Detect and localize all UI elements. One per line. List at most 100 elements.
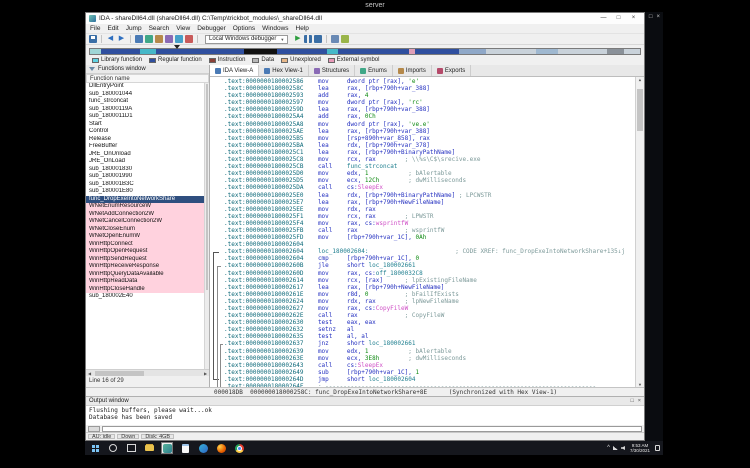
function-row[interactable]: WinHttpCloseHandle xyxy=(86,286,204,294)
function-name-column-header[interactable]: Function name xyxy=(86,74,209,83)
menu-help[interactable]: Help xyxy=(296,25,309,32)
menu-search[interactable]: Search xyxy=(149,25,170,32)
disasm-line[interactable]: .text:00000001800025FB call rax ; wsprin… xyxy=(224,227,634,234)
function-row[interactable]: JRE_OnUnload xyxy=(86,151,204,159)
network-icon[interactable] xyxy=(613,446,618,450)
close-icon[interactable]: × xyxy=(656,14,660,20)
pause-process-icon[interactable] xyxy=(304,35,312,43)
function-row[interactable]: WNetCloseEnum xyxy=(86,226,204,234)
notifications-icon[interactable] xyxy=(655,445,660,451)
disasm-line[interactable]: .text:0000000180002617 lea rax, [rbp+790… xyxy=(224,284,634,291)
disasm-line[interactable]: .text:00000001800025FD mov [rbp+790h+var… xyxy=(224,234,634,241)
enums-icon[interactable] xyxy=(175,35,183,43)
scroll-left-icon[interactable]: ◀ xyxy=(86,371,93,376)
close-button[interactable]: × xyxy=(626,13,641,24)
function-row[interactable]: WinHttpOpenRequest xyxy=(86,248,204,256)
function-row[interactable]: sub_180001830 xyxy=(86,166,204,174)
disasm-line[interactable]: .text:00000001800025F4 mov rax, cs:wspri… xyxy=(224,220,634,227)
function-row[interactable]: WNetCancelConnection2W xyxy=(86,218,204,226)
tab-structures[interactable]: Structures xyxy=(309,65,355,76)
scroll-thumb[interactable] xyxy=(95,371,144,376)
functions-panel-titlebar[interactable]: Functions window xyxy=(86,65,209,74)
strings-window-icon[interactable] xyxy=(145,35,153,43)
disasm-line[interactable]: .text:00000001800025B5 mov [rsp+890h+var… xyxy=(224,135,634,142)
task-view-button[interactable] xyxy=(125,442,137,454)
function-row[interactable]: DllEntryPoint xyxy=(86,83,204,91)
disasm-line[interactable]: .text:000000018000264F ; ---------------… xyxy=(224,383,634,387)
functions-vscrollbar[interactable] xyxy=(204,83,209,369)
start-button[interactable] xyxy=(89,442,101,454)
forward-icon[interactable]: ▶ xyxy=(117,35,126,43)
output-restore-icon[interactable]: □ xyxy=(630,398,633,404)
disasm-line[interactable]: .text:0000000180002604 loc_180002604: ; … xyxy=(224,248,634,255)
maximize-button[interactable]: □ xyxy=(611,13,626,24)
stop-process-icon[interactable] xyxy=(314,35,322,43)
edge-icon[interactable] xyxy=(197,442,209,454)
disasm-vscrollbar[interactable]: ▲ ▼ xyxy=(635,77,644,387)
volume-icon[interactable] xyxy=(621,446,625,450)
disasm-line[interactable]: .text:000000018000260B jle short loc_180… xyxy=(224,262,634,269)
disasm-line[interactable]: .text:000000018000258C lea rax, [rbp+790… xyxy=(224,85,634,92)
function-row[interactable]: sub_180001044 xyxy=(86,91,204,99)
function-row[interactable]: sub_180002E40 xyxy=(86,293,204,301)
attach-icon[interactable] xyxy=(331,35,339,43)
save-icon[interactable] xyxy=(89,35,97,43)
function-row[interactable]: WinHttpQueryDataAvailable xyxy=(86,271,204,279)
disasm-line[interactable]: .text:0000000180002639 mov edx, 1 ; bAle… xyxy=(224,348,634,355)
disasm-line[interactable]: .text:000000018000264D jmp short loc_180… xyxy=(224,376,634,383)
function-row[interactable]: sub_180001E80 xyxy=(86,188,204,196)
menu-view[interactable]: View xyxy=(176,25,190,32)
disassembly-view[interactable]: .text:0000000180002586 mov dword ptr [ra… xyxy=(210,77,644,387)
function-row[interactable]: WNetEnumResourceW xyxy=(86,203,204,211)
menu-windows[interactable]: Windows xyxy=(262,25,288,32)
menu-file[interactable]: File xyxy=(90,25,100,32)
menu-debugger[interactable]: Debugger xyxy=(197,25,226,32)
minimize-button[interactable]: — xyxy=(596,13,611,24)
disasm-line[interactable]: .text:0000000180002624 mov rdx, rax ; lp… xyxy=(224,298,634,305)
disasm-line[interactable]: .text:00000001800025CB call func_strconc… xyxy=(224,163,634,170)
disasm-line[interactable]: .text:00000001800025EE mov rdx, rax xyxy=(224,206,634,213)
disasm-line[interactable]: .text:000000018000263E mov ecx, 3E8h ; d… xyxy=(224,355,634,362)
scroll-down-icon[interactable]: ▼ xyxy=(636,382,644,387)
disasm-line[interactable]: .text:0000000180002627 mov rax, cs:CopyF… xyxy=(224,305,634,312)
disasm-line[interactable]: .text:00000001800025D0 mov edx, 1 ; bAle… xyxy=(224,170,634,177)
function-row[interactable]: WinHttpConnect xyxy=(86,241,204,249)
chrome-icon[interactable] xyxy=(233,442,245,454)
disasm-line[interactable]: .text:00000001800025A8 mov dword ptr [ra… xyxy=(224,121,634,128)
menu-options[interactable]: Options xyxy=(233,25,255,32)
disasm-line[interactable]: .text:000000018000259D lea rax, [rbp+790… xyxy=(224,106,634,113)
function-row[interactable]: func_DropExeIntoNetworkShare xyxy=(86,196,204,204)
scroll-thumb[interactable] xyxy=(637,89,643,131)
function-row[interactable]: FreeBuffer xyxy=(86,143,204,151)
file-explorer-icon[interactable] xyxy=(143,442,155,454)
function-row[interactable]: Control xyxy=(86,128,204,136)
restore-icon[interactable]: □ xyxy=(649,14,653,20)
scroll-right-icon[interactable]: ▶ xyxy=(202,371,209,376)
tab-ida-view-a[interactable]: IDA View-A xyxy=(210,65,259,76)
structures-icon[interactable] xyxy=(165,35,173,43)
disasm-line[interactable]: .text:00000001800025E0 lea rdx, [rbp+790… xyxy=(224,192,634,199)
tab-hex-view-1[interactable]: Hex View-1 xyxy=(259,65,309,76)
disasm-line[interactable]: .text:000000018000261E mov r8d, 0 ; bFai… xyxy=(224,291,634,298)
navigation-band[interactable] xyxy=(89,48,641,55)
start-process-icon[interactable]: ▶ xyxy=(293,35,302,43)
disasm-line[interactable]: .text:0000000180002597 mov dword ptr [ra… xyxy=(224,99,634,106)
debugger-selector[interactable]: Local Windows debugger▼ xyxy=(205,35,288,44)
disasm-line[interactable]: .text:0000000180002586 mov dword ptr [ra… xyxy=(224,78,634,85)
disasm-line[interactable]: .text:0000000180002635 test al, al xyxy=(224,333,634,340)
ida-titlebar[interactable]: IDA - shareDll64.dll (shareDll64.dll) C:… xyxy=(86,13,644,24)
scroll-up-icon[interactable]: ▲ xyxy=(636,77,644,82)
disasm-line[interactable]: .text:00000001800025AE lea rax, [rbp+790… xyxy=(224,128,634,135)
back-icon[interactable]: ◀ xyxy=(106,35,115,43)
firefox-icon[interactable] xyxy=(215,442,227,454)
output-window-titlebar[interactable]: Output window □ × xyxy=(86,397,644,406)
cli-selector[interactable] xyxy=(88,426,100,432)
xrefs-icon[interactable] xyxy=(185,35,193,43)
function-row[interactable]: sub_18000119A xyxy=(86,106,204,114)
menu-jump[interactable]: Jump xyxy=(126,25,142,32)
taskbar-clock[interactable]: 9:53 AM 7/30/2021 xyxy=(628,443,652,453)
disasm-line[interactable]: .text:00000001800025F1 mov rcx, rax ; LP… xyxy=(224,213,634,220)
function-row[interactable]: WNetAddConnection2W xyxy=(86,211,204,219)
step-icon[interactable] xyxy=(341,35,349,43)
tab-exports[interactable]: Exports xyxy=(432,65,471,76)
